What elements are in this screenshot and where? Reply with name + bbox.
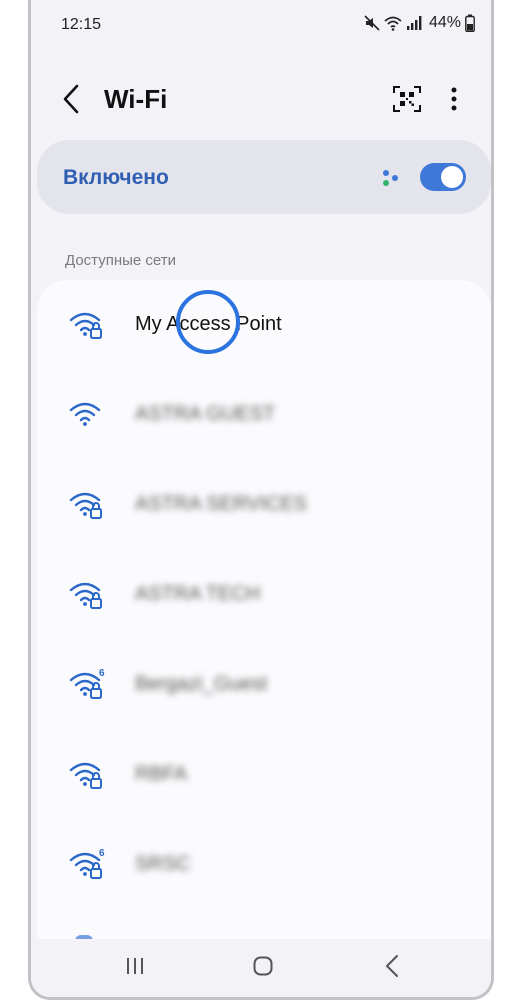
phone-frame: 12:15 44% Wi-Fi Включено Доступные сети … [28, 0, 494, 1000]
status-bar: 12:15 44% [31, 8, 491, 40]
status-time: 12:15 [61, 16, 102, 33]
network-name: Bergazi_Guest [135, 673, 268, 695]
wifi-lock-icon [69, 762, 102, 789]
svg-text:6: 6 [99, 668, 105, 679]
recent-apps-icon[interactable] [124, 955, 146, 977]
network-item[interactable]: 6 SRSC [37, 820, 491, 910]
switch-knob [441, 166, 463, 188]
network-item[interactable]: 6 Bergazi_Guest [37, 640, 491, 730]
network-name: RBFA [135, 763, 188, 785]
wifi6-lock-icon: 6 [69, 668, 105, 699]
nav-back-icon[interactable] [385, 954, 399, 978]
wifi-toggle-card[interactable]: Включено [37, 140, 491, 214]
navigation-bar [31, 939, 491, 997]
network-name: SRSC [135, 853, 191, 875]
status-icons: 44% [364, 14, 475, 32]
battery-icon [465, 14, 475, 32]
network-item[interactable]: ASTRA GUEST [37, 370, 491, 460]
network-item[interactable]: My Access Point [37, 280, 491, 370]
available-networks-heading: Доступные сети [65, 252, 176, 269]
page-title: Wi-Fi [104, 84, 168, 114]
home-icon[interactable] [252, 955, 274, 977]
network-item[interactable]: ASTRA SERVICES [37, 460, 491, 550]
tap-indicator [176, 290, 240, 354]
wifi-switch[interactable] [420, 163, 466, 191]
wifi-icon [69, 402, 101, 426]
network-name: ASTRA SERVICES [135, 493, 307, 515]
network-name: ASTRA TECH [135, 583, 261, 605]
signal-icon [406, 16, 422, 30]
network-item[interactable]: RBFA [37, 730, 491, 820]
network-name: ASTRA GUEST [135, 403, 276, 425]
more-options-icon[interactable] [442, 84, 466, 114]
qr-scan-icon[interactable] [392, 84, 422, 114]
wifi-lock-icon [69, 582, 102, 609]
network-item[interactable]: ASTRA TECH [37, 550, 491, 640]
wifi-lock-icon [69, 492, 102, 519]
battery-percent: 44% [428, 14, 461, 31]
intelligent-wifi-icon[interactable] [379, 167, 401, 189]
wifi-lock-icon [69, 312, 102, 339]
network-list: My Access Point ASTRA GUEST ASTRA SERVICES… [37, 280, 491, 960]
mute-icon [364, 15, 380, 31]
wifi-toggle-label: Включено [63, 166, 169, 189]
wifi-status-icon [384, 16, 402, 31]
back-arrow-icon[interactable] [57, 82, 85, 116]
wifi6-lock-icon: 6 [69, 848, 105, 879]
svg-text:6: 6 [99, 848, 105, 859]
